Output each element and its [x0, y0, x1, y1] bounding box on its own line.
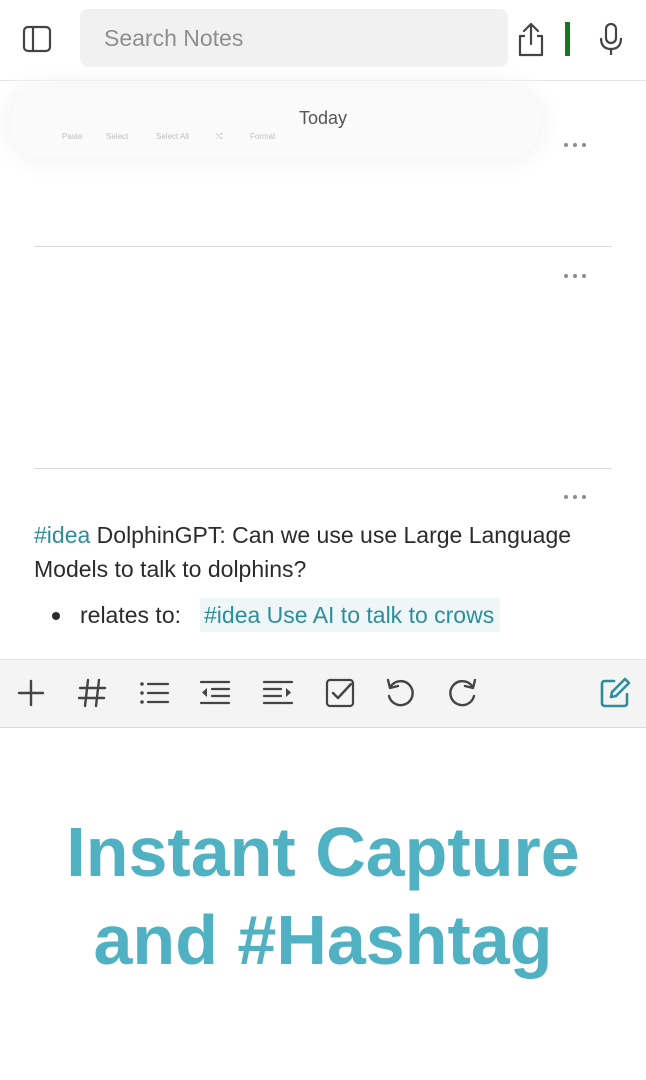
sidebar-toggle-icon[interactable] [22, 25, 52, 53]
promo-caption: Instant Capture and #Hashtag [0, 808, 646, 984]
indent-icon[interactable] [261, 676, 295, 710]
microphone-icon[interactable] [598, 20, 624, 58]
note-more-icon[interactable] [562, 492, 590, 502]
bullet-label: relates to: [80, 602, 181, 628]
compose-icon[interactable] [598, 676, 632, 710]
note-editor[interactable]: #idea DolphinGPT: Can we use use Large L… [34, 518, 624, 586]
note-divider [34, 246, 612, 247]
outdent-icon[interactable] [198, 676, 232, 710]
promo-line: Instant Capture [66, 813, 580, 891]
bulleted-list-icon[interactable] [137, 676, 171, 710]
note-more-icon[interactable] [562, 271, 590, 281]
search-placeholder: Search Notes [104, 25, 244, 51]
redo-icon[interactable] [446, 676, 480, 710]
bullet-icon [52, 612, 60, 620]
edit-menu-item: ⤭ [216, 132, 223, 141]
promo-line: and #Hashtag [93, 901, 553, 979]
edit-menu-item: Format [250, 132, 276, 141]
search-input[interactable]: Search Notes [80, 9, 508, 67]
undo-icon[interactable] [383, 676, 417, 710]
date-section-header: Today [298, 108, 348, 128]
formatting-toolbar [0, 659, 646, 728]
plus-icon[interactable] [14, 676, 48, 710]
share-icon[interactable] [517, 20, 545, 58]
edit-menu-item: Select All [156, 132, 189, 141]
text-cursor [565, 22, 570, 56]
note-body-text: DolphinGPT: Can we use use Large Languag… [34, 522, 572, 582]
hashtag-icon[interactable] [75, 676, 109, 710]
edit-menu-item: Paste [62, 132, 83, 141]
checkbox-icon[interactable] [323, 676, 357, 710]
edit-menu-item: Select [106, 132, 129, 141]
top-bar: Search Notes [0, 0, 646, 81]
hashtag[interactable]: #idea [34, 522, 90, 548]
note-link[interactable]: #idea Use AI to talk to crows [200, 598, 501, 632]
note-divider [34, 468, 612, 469]
note-more-icon[interactable] [562, 140, 590, 150]
